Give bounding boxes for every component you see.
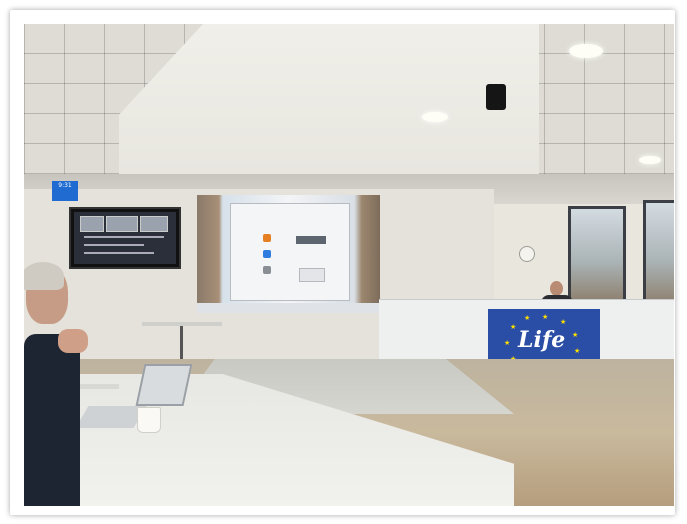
ceiling-light [569, 44, 603, 58]
app-icon [263, 234, 271, 242]
coffee-mug [137, 407, 161, 433]
projection-screen [197, 195, 380, 313]
wall-tv [69, 207, 181, 269]
ceiling-center [119, 24, 539, 189]
presenter-head [550, 281, 563, 296]
ceiling-light [639, 156, 661, 164]
screen-line [84, 236, 164, 238]
video-call-screen [74, 212, 176, 264]
star-icon: ★ [572, 331, 579, 339]
star-icon: ★ [504, 339, 511, 347]
star-icon: ★ [574, 347, 581, 355]
star-icon: ★ [510, 323, 517, 331]
projected-app-window [230, 203, 350, 301]
papers [79, 384, 119, 389]
video-tile [106, 216, 138, 232]
screen-line [84, 252, 154, 254]
app-dialog [299, 268, 325, 282]
attendee-body [24, 334, 80, 506]
window [643, 200, 674, 312]
round-wall-clock [519, 246, 535, 262]
attendee-hands [58, 329, 88, 353]
app-icon [263, 266, 271, 274]
conference-room-photo: 9:31 Life ★ ★ ★ ★ ★ ★ ★ [24, 24, 674, 506]
flag-logo-text: Life [518, 327, 566, 353]
app-button [296, 236, 326, 244]
wall-clock-time: 9:31 [58, 182, 72, 189]
app-icon [263, 250, 271, 258]
star-icon: ★ [542, 313, 549, 321]
ceiling-camera [486, 84, 506, 110]
projected-taskbar [197, 303, 380, 313]
wall-clock: 9:31 [52, 181, 78, 201]
video-tile [80, 216, 104, 232]
ceiling-light [422, 112, 448, 122]
laptop-lid [135, 364, 193, 406]
window [568, 206, 626, 309]
attendee-hair [24, 262, 64, 290]
screen-line [84, 244, 144, 246]
star-icon: ★ [560, 318, 567, 326]
star-icon: ★ [524, 314, 531, 322]
video-tile [140, 216, 168, 232]
